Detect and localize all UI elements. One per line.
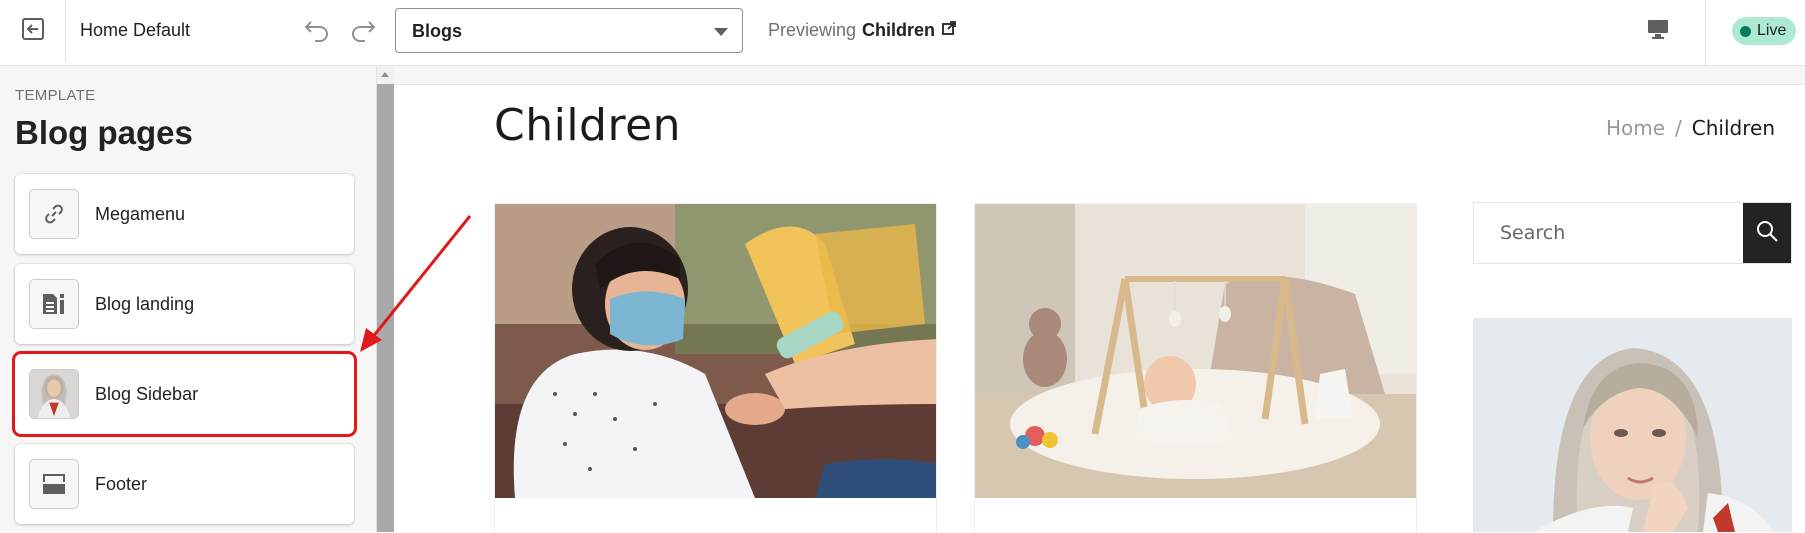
sidebar-banner-image[interactable] — [1473, 318, 1792, 532]
editor-topbar: Home Default Blogs Previewing Children L… — [0, 0, 1805, 66]
status-badge: Live — [1732, 17, 1797, 45]
status-badge-label: Live — [1757, 22, 1787, 39]
baby-play-gym-photo[interactable] — [975, 204, 1417, 498]
storefront-preview: Children Home / Children — [394, 66, 1805, 533]
woman-portrait-photo[interactable] — [1473, 318, 1792, 532]
child-hand-sanitizer-photo[interactable] — [495, 204, 937, 498]
sidebar-title: Blog pages — [15, 114, 193, 151]
template-select-value: Blogs — [412, 21, 463, 41]
sidebar-scrollbar[interactable] — [377, 66, 394, 532]
redo-button[interactable] — [346, 14, 380, 48]
desktop-icon — [1646, 18, 1670, 45]
exit-editor-button[interactable] — [0, 0, 66, 62]
sidebar-item-label: Blog Sidebar — [95, 384, 199, 404]
sidebar-item-blog-sidebar[interactable]: Blog Sidebar — [12, 351, 357, 437]
previewing-label: Previewing — [768, 20, 857, 40]
scrollbar-thumb[interactable] — [377, 84, 394, 532]
breadcrumb: Home / Children — [1606, 116, 1775, 140]
blog-post-card[interactable] — [974, 203, 1417, 533]
sidebar-item-megamenu[interactable]: Megamenu — [15, 174, 354, 254]
preview-top-strip — [394, 66, 1805, 85]
scroll-up-arrow-icon[interactable] — [381, 72, 389, 77]
exit-icon — [20, 16, 46, 47]
sidebar-item-label: Footer — [95, 474, 148, 494]
undo-icon — [303, 16, 331, 47]
desktop-preview-button[interactable] — [1640, 14, 1676, 48]
search-icon — [1755, 219, 1779, 248]
sidebar-item-label: Blog landing — [95, 294, 195, 314]
breadcrumb-home-link[interactable]: Home — [1606, 116, 1665, 140]
section-label: TEMPLATE — [15, 87, 96, 104]
template-select[interactable]: Blogs — [395, 8, 743, 53]
sidebar-item-blog-landing[interactable]: Blog landing — [15, 264, 354, 344]
sidebar-item-footer[interactable]: Footer — [15, 444, 354, 524]
blog-landing-icon — [29, 279, 79, 329]
external-link-icon — [941, 20, 957, 41]
redo-icon — [349, 16, 377, 47]
live-dot-icon — [1740, 25, 1751, 37]
footer-layout-icon — [29, 459, 79, 509]
theme-name: Home Default — [80, 20, 191, 40]
previewing-link[interactable]: Previewing Children — [768, 20, 957, 41]
blog-search — [1473, 202, 1792, 264]
breadcrumb-current: Children — [1691, 116, 1775, 140]
topbar-divider — [1705, 0, 1706, 66]
chevron-down-icon — [714, 28, 728, 36]
previewing-page: Children — [862, 20, 936, 40]
page-title: Children — [494, 100, 682, 151]
breadcrumb-separator: / — [1675, 116, 1682, 140]
search-input[interactable] — [1474, 203, 1743, 263]
template-sidebar: TEMPLATE Blog pages Megamenu Blog landin… — [0, 66, 377, 532]
link-icon — [29, 189, 79, 239]
undo-button[interactable] — [300, 14, 334, 48]
search-button[interactable] — [1743, 203, 1791, 263]
blog-sidebar-thumbnail — [29, 369, 79, 419]
blog-post-card[interactable] — [494, 203, 937, 533]
sidebar-item-label: Megamenu — [95, 204, 186, 224]
